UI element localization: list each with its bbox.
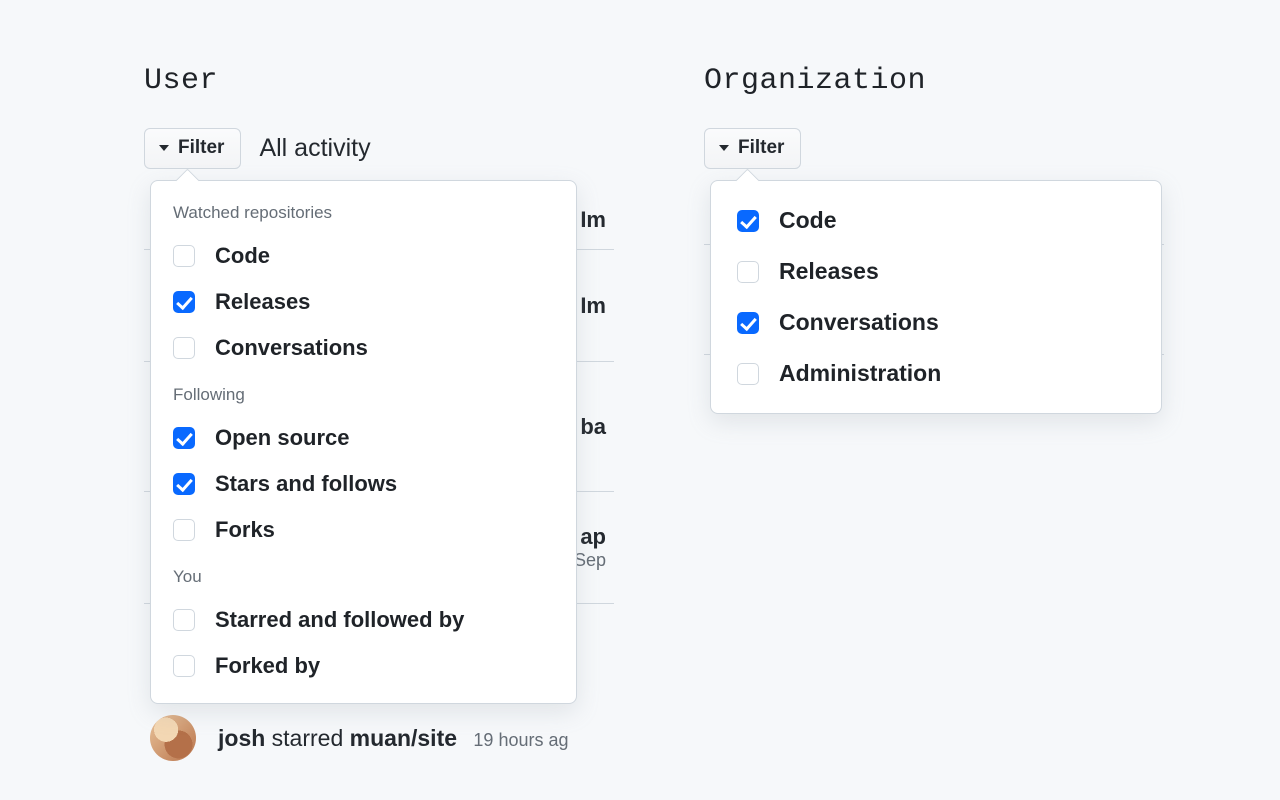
checkbox[interactable]: [173, 337, 195, 359]
filter-item-administration[interactable]: Administration: [711, 348, 1161, 399]
filter-button-label: Filter: [178, 136, 224, 161]
filter-item-label: Releases: [215, 289, 310, 315]
filter-item-forks[interactable]: Forks: [151, 507, 576, 553]
checkbox[interactable]: [173, 291, 195, 313]
filter-item-conversations[interactable]: Conversations: [151, 325, 576, 371]
checkbox[interactable]: [173, 655, 195, 677]
checkbox[interactable]: [173, 473, 195, 495]
filter-item-releases[interactable]: Releases: [151, 279, 576, 325]
section-title-organization: Organization: [704, 64, 926, 98]
filter-item-label: Forked by: [215, 653, 320, 679]
filter-item-label: Forks: [215, 517, 275, 543]
filter-item-label: Open source: [215, 425, 349, 451]
feed-actor[interactable]: josh: [218, 725, 265, 751]
filter-item-releases[interactable]: Releases: [711, 246, 1161, 297]
checkbox[interactable]: [173, 609, 195, 631]
feed-item[interactable]: josh starred muan/site 19 hours ag: [150, 715, 569, 761]
filter-item-label: Conversations: [779, 309, 939, 336]
feed-text: josh starred muan/site 19 hours ag: [218, 725, 569, 752]
filter-item-code[interactable]: Code: [151, 233, 576, 279]
checkbox[interactable]: [737, 312, 759, 334]
feed-verb: starred: [272, 725, 344, 751]
checkbox[interactable]: [173, 519, 195, 541]
checkbox[interactable]: [173, 245, 195, 267]
filter-item-label: Code: [779, 207, 837, 234]
feed-timestamp: 19 hours ag: [473, 730, 568, 750]
filter-button-label: Filter: [738, 136, 784, 161]
checkbox[interactable]: [737, 261, 759, 283]
filter-item-forked-by[interactable]: Forked by: [151, 643, 576, 689]
filter-item-label: Releases: [779, 258, 879, 285]
activity-scope-label: All activity: [259, 134, 370, 163]
filter-button-org[interactable]: Filter: [704, 128, 801, 169]
filter-item-starred-followed-by[interactable]: Starred and followed by: [151, 597, 576, 643]
filter-item-label: Stars and follows: [215, 471, 397, 497]
filter-dropdown-user: Watched repositories Code Releases Conve…: [150, 180, 577, 704]
checkbox[interactable]: [173, 427, 195, 449]
caret-down-icon: [718, 143, 730, 153]
filter-item-label: Starred and followed by: [215, 607, 464, 633]
group-label-following: Following: [151, 371, 576, 415]
feed-target[interactable]: muan/site: [350, 725, 457, 751]
checkbox[interactable]: [737, 210, 759, 232]
filter-item-label: Administration: [779, 360, 941, 387]
filter-item-label: Code: [215, 243, 270, 269]
group-label-you: You: [151, 553, 576, 597]
filter-item-conversations[interactable]: Conversations: [711, 297, 1161, 348]
section-title-user: User: [144, 64, 218, 98]
group-label-watched-repos: Watched repositories: [151, 195, 576, 233]
filter-item-stars-follows[interactable]: Stars and follows: [151, 461, 576, 507]
avatar[interactable]: [150, 715, 196, 761]
filter-button-user[interactable]: Filter: [144, 128, 241, 169]
filter-item-code[interactable]: Code: [711, 195, 1161, 246]
filter-item-label: Conversations: [215, 335, 368, 361]
checkbox[interactable]: [737, 363, 759, 385]
filter-item-open-source[interactable]: Open source: [151, 415, 576, 461]
caret-down-icon: [158, 143, 170, 153]
filter-dropdown-org: Code Releases Conversations Administrati…: [710, 180, 1162, 414]
